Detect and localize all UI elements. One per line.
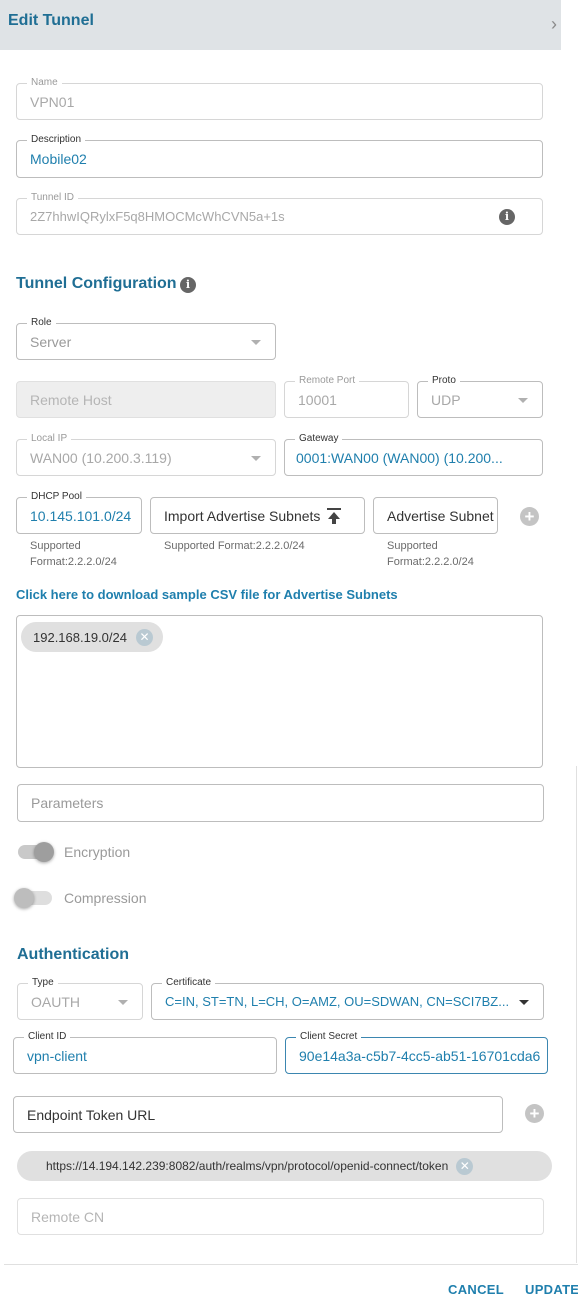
footer-divider <box>4 1264 578 1265</box>
proto-select[interactable]: Proto UDP <box>417 374 543 418</box>
description-value: Mobile02 <box>30 151 87 167</box>
authentication-heading: Authentication <box>17 946 129 963</box>
chevron-down-icon <box>519 999 529 1005</box>
add-token-url-button[interactable]: + <box>525 1104 544 1123</box>
certificate-value: C=IN, ST=TN, L=CH, O=AMZ, OU=SDWAN, CN=S… <box>165 994 510 1009</box>
client-secret-field[interactable]: Client Secret 90e14a3a-c5b7-4cc5-ab51-16… <box>285 1030 548 1074</box>
role-value: Server <box>30 333 72 350</box>
encryption-toggle-knob <box>34 842 54 862</box>
encryption-label: Encryption <box>64 844 131 860</box>
compression-toggle[interactable] <box>14 886 56 910</box>
parameters-placeholder: Parameters <box>31 795 104 811</box>
dhcp-pool-value: 10.145.101.0/24 <box>30 507 132 524</box>
close-icon[interactable]: ✕ <box>456 1157 474 1175</box>
client-secret-value: 90e14a3a-c5b7-4cc5-ab51-16701cda6 <box>299 1047 541 1064</box>
chevron-down-icon <box>251 455 261 461</box>
gateway-value: 0001:WAN00 (WAN00) (10.200... <box>296 449 503 466</box>
local-ip-select[interactable]: Local IP WAN00 (10.200.3.119) <box>16 432 276 476</box>
subnet-chip: 192.168.19.0/24 ✕ <box>21 622 163 652</box>
remote-host-placeholder: Remote Host <box>30 392 112 408</box>
download-csv-link[interactable]: Click here to download sample CSV file f… <box>16 587 398 602</box>
update-button[interactable]: UPDATE <box>525 1282 578 1297</box>
type-value: OAUTH <box>31 993 80 1010</box>
role-select[interactable]: Role Server <box>16 316 276 360</box>
description-field[interactable]: Description Mobile02 <box>16 133 543 178</box>
tunnel-configuration-heading: Tunnel Configuration <box>16 275 177 292</box>
dhcp-pool-field[interactable]: DHCP Pool 10.145.101.0/24 <box>16 490 142 534</box>
tunnel-id-field[interactable]: Tunnel ID 2Z7hhwIQRylxF5q8HMOCMcWhCVN5a+… <box>16 191 543 235</box>
name-value: VPN01 <box>30 93 75 110</box>
dialog-title: Edit Tunnel <box>8 12 94 29</box>
local-ip-value: WAN00 (10.200.3.119) <box>30 449 172 466</box>
proto-value: UDP <box>431 391 461 408</box>
compression-toggle-knob <box>14 888 34 908</box>
scrollbar[interactable] <box>576 766 577 1263</box>
encryption-toggle[interactable] <box>18 840 60 864</box>
token-url-chip-label: https://14.194.142.239:8082/auth/realms/… <box>46 1159 449 1173</box>
tunnel-id-value: 2Z7hhwIQRylxF5q8HMOCMcWhCVN5a+1s <box>30 209 285 224</box>
import-advertise-subnets-label: Import Advertise Subnets <box>164 507 321 524</box>
compression-label: Compression <box>64 890 147 906</box>
advertise-subnet-label: Advertise Subnet <box>387 507 494 524</box>
chevron-down-icon <box>251 339 261 345</box>
name-field[interactable]: Name VPN01 <box>16 76 543 120</box>
cancel-button[interactable]: CANCEL <box>448 1282 504 1297</box>
remote-host-input[interactable]: Remote Host <box>16 381 276 418</box>
client-id-field[interactable]: Client ID vpn-client <box>13 1030 277 1074</box>
client-id-value: vpn-client <box>27 1047 87 1064</box>
add-subnet-button[interactable]: + <box>520 507 539 526</box>
remote-cn-input[interactable]: Remote CN <box>17 1198 544 1235</box>
endpoint-token-url-input[interactable]: Endpoint Token URL <box>13 1096 503 1133</box>
remote-cn-placeholder: Remote CN <box>31 1209 105 1225</box>
chevron-down-icon <box>118 999 128 1005</box>
dhcp-pool-hint: Supported Format:2.2.2.0/24 <box>30 540 117 568</box>
import-advertise-subnets-button[interactable]: Import Advertise Subnets <box>150 497 365 534</box>
import-advertise-hint: Supported Format:2.2.2.0/24 <box>164 540 305 552</box>
advertise-subnet-field[interactable]: Advertise Subnet <box>373 497 498 534</box>
upload-icon <box>326 507 342 525</box>
dialog-header: Edit Tunnel › <box>0 0 561 50</box>
certificate-select[interactable]: Certificate C=IN, ST=TN, L=CH, O=AMZ, OU… <box>151 976 544 1020</box>
advertise-subnet-hint: Supported Format:2.2.2.0/24 <box>387 540 474 568</box>
info-icon[interactable]: i <box>180 277 196 293</box>
parameters-input[interactable]: Parameters <box>17 784 544 822</box>
endpoint-token-url-placeholder: Endpoint Token URL <box>27 1107 156 1123</box>
type-select[interactable]: Type OAUTH <box>17 976 143 1020</box>
advertise-subnets-box[interactable]: 192.168.19.0/24 ✕ <box>16 615 543 768</box>
chevron-right-icon[interactable]: › <box>551 14 557 35</box>
subnet-chip-label: 192.168.19.0/24 <box>33 629 127 645</box>
info-icon[interactable]: i <box>499 209 515 225</box>
token-url-chip: https://14.194.142.239:8082/auth/realms/… <box>17 1151 552 1181</box>
remote-port-field[interactable]: Remote Port 10001 <box>284 374 409 418</box>
chevron-down-icon <box>518 397 528 403</box>
close-icon[interactable]: ✕ <box>135 628 153 646</box>
gateway-field[interactable]: Gateway 0001:WAN00 (WAN00) (10.200... <box>284 432 543 476</box>
remote-port-value: 10001 <box>298 391 337 408</box>
